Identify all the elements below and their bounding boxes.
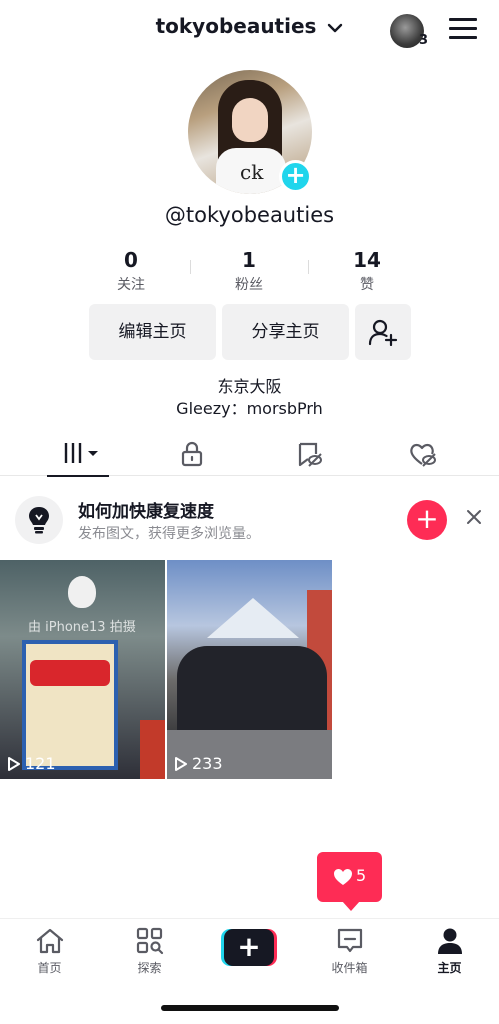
nav-profile[interactable]: 主页 [400, 919, 499, 989]
menu-icon[interactable] [449, 18, 477, 42]
view-count-value: 121 [25, 754, 56, 773]
stat-value: 1 [242, 248, 256, 272]
tab-videos[interactable] [47, 432, 117, 477]
view-count: 233 [174, 754, 223, 773]
discover-grid-icon [136, 927, 163, 955]
lock-icon [181, 441, 203, 467]
nav-label: 探索 [137, 961, 162, 975]
close-icon[interactable] [465, 508, 483, 526]
add-friend-button[interactable] [355, 304, 411, 360]
apple-logo-icon [68, 576, 96, 608]
tab-private[interactable] [157, 432, 227, 476]
billboard-logo [30, 660, 110, 686]
video-thumbnail[interactable]: 233 [167, 560, 332, 779]
plus-icon: + [224, 929, 274, 966]
mountain-image [207, 598, 299, 638]
bio-line: 东京大阪 [217, 377, 282, 396]
home-icon [36, 928, 63, 954]
create-button[interactable]: + [221, 929, 277, 966]
bottom-nav: 首页 探索 + 收件箱 主页 [0, 918, 499, 988]
stat-label: 关注 [117, 277, 145, 293]
account-badge-count: 3 [418, 33, 428, 48]
grid-sort-icon [64, 443, 98, 463]
nav-discover[interactable]: 探索 [100, 919, 199, 989]
username-title: tokyobeauties [155, 14, 317, 38]
nav-inbox[interactable]: 收件箱 [300, 919, 399, 989]
account-avatar-button[interactable]: 3 [390, 14, 428, 48]
add-avatar-button[interactable]: + [279, 160, 312, 193]
tip-subtitle: 发布图文，获得更多浏览量。 [78, 526, 260, 542]
tip-card[interactable]: 如何加快康复速度 发布图文，获得更多浏览量。 + [0, 478, 499, 560]
shirt-logo: ck [240, 160, 264, 184]
nav-label: 收件箱 [331, 961, 368, 975]
lightbulb-icon [29, 507, 49, 534]
stat-followers[interactable]: 1 粉丝 [190, 248, 308, 294]
play-icon [8, 756, 20, 771]
profile-stats: 0 关注 1 粉丝 14 赞 [72, 248, 428, 296]
stat-label: 赞 [360, 277, 374, 293]
bio-line: Gleezy：morsbPrh [176, 399, 323, 418]
header: tokyobeauties 3 [0, 0, 499, 60]
nav-label: 首页 [37, 961, 62, 975]
bookmark-hidden-icon [298, 442, 322, 467]
likes-notification-bubble[interactable]: 5 [317, 852, 382, 911]
tip-icon-container [15, 496, 63, 544]
chevron-down-icon [328, 23, 343, 32]
add-user-icon [368, 319, 398, 346]
stat-value: 0 [124, 248, 138, 272]
share-profile-button[interactable]: 分享主页 [222, 304, 349, 360]
stat-label: 粉丝 [235, 277, 263, 293]
video-watermark: 由 iPhone13 拍摄 [28, 620, 136, 635]
view-count-value: 233 [192, 754, 223, 773]
likes-count: 5 [356, 866, 367, 885]
storefront-sign [140, 720, 165, 779]
nav-label: 主页 [437, 961, 462, 975]
nav-home[interactable]: 首页 [0, 919, 99, 989]
edit-profile-button[interactable]: 编辑主页 [89, 304, 216, 360]
inbox-icon [337, 928, 362, 953]
stat-likes[interactable]: 14 赞 [308, 248, 426, 294]
tab-liked[interactable] [388, 432, 458, 476]
create-post-button[interactable]: + [407, 500, 447, 540]
heart-icon [334, 869, 352, 885]
crowd-image [177, 646, 327, 736]
plus-icon: + [415, 502, 439, 535]
profile-bio: 东京大阪 Gleezy：morsbPrh [0, 376, 499, 420]
video-thumbnail[interactable]: 由 iPhone13 拍摄 121 [0, 560, 165, 779]
stat-following[interactable]: 0 关注 [72, 248, 190, 294]
home-indicator[interactable] [161, 1005, 339, 1011]
profile-handle: @tokyobeauties [164, 203, 335, 227]
person-icon [437, 928, 462, 954]
content-tabs [0, 432, 499, 477]
view-count: 121 [7, 754, 56, 773]
heart-hidden-icon [410, 443, 436, 467]
tip-title: 如何加快康复速度 [78, 502, 214, 522]
tab-favorites[interactable] [274, 432, 344, 476]
stat-value: 14 [353, 248, 381, 272]
play-icon [175, 756, 187, 771]
